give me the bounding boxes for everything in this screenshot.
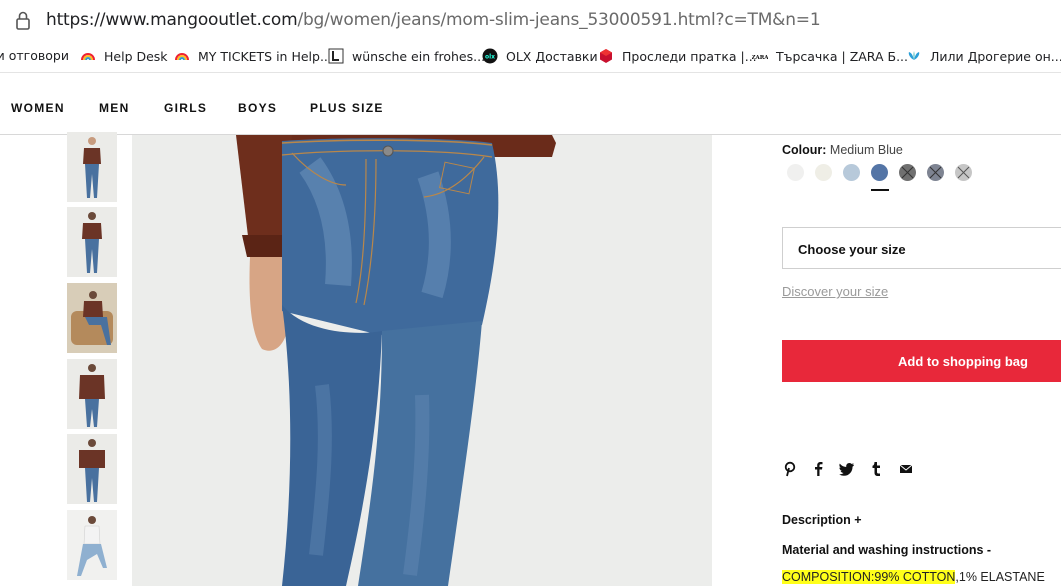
colour-swatch-unavailable[interactable] xyxy=(899,164,916,181)
bookmark-olx[interactable]: olx OLX Доставки xyxy=(482,48,598,64)
composition-highlight: COMPOSITION:99% COTTON xyxy=(782,570,956,584)
jeans-photo xyxy=(132,135,712,586)
size-select[interactable]: Choose your size xyxy=(782,227,1061,269)
composition-text: COMPOSITION:99% COTTON,1% ELASTANE xyxy=(782,570,1045,584)
thumbnail-image xyxy=(67,207,117,277)
composition-rest: ,1% ELASTANE xyxy=(955,570,1045,584)
nav-men[interactable]: MEN xyxy=(99,101,130,115)
colour-value: Medium Blue xyxy=(829,143,903,157)
bookmark-label: Търсачка | ZARA Б... xyxy=(776,48,909,64)
bookmark-label: Проследи пратка |... xyxy=(622,48,757,64)
thumbnail-image xyxy=(67,359,117,429)
bookmark-item[interactable]: зи отговори xyxy=(0,48,69,63)
zara-icon: ZARA xyxy=(752,55,768,61)
cross-icon xyxy=(901,166,914,179)
nav-boys[interactable]: BOYS xyxy=(238,101,277,115)
product-thumbnail[interactable] xyxy=(67,510,117,580)
nav-plus-size[interactable]: PLUS SIZE xyxy=(310,101,384,115)
colour-label-key: Colour: xyxy=(782,143,827,157)
nav-women[interactable]: WOMEN xyxy=(11,101,65,115)
url-path: /bg/women/jeans/mom-slim-jeans_53000591.… xyxy=(297,10,821,30)
thumbnail-image xyxy=(67,510,117,580)
url-text[interactable]: https://www.mangooutlet.com/bg/women/jea… xyxy=(46,10,821,30)
bookmark-label: MY TICKETS in Help... xyxy=(198,48,332,64)
bookmark-label: wünsche ein frohes... xyxy=(352,48,486,64)
add-to-bag-label: Add to shopping bag xyxy=(898,354,1028,369)
facebook-icon[interactable] xyxy=(810,461,826,477)
url-host: https://www.mangooutlet.com xyxy=(46,10,298,30)
twitter-icon[interactable] xyxy=(839,461,855,477)
dpd-cube-icon xyxy=(600,49,612,63)
svg-text:olx: olx xyxy=(485,54,495,61)
colour-swatch-unavailable[interactable] xyxy=(955,164,972,181)
bookmarks-bar: зи отговори Help Desk MY TICKETS in Help… xyxy=(0,40,1061,73)
bookmark-wunsche[interactable]: wünsche ein frohes... xyxy=(328,48,485,64)
svg-text:ZARA: ZARA xyxy=(752,55,768,61)
product-thumbnail[interactable] xyxy=(67,359,117,429)
tumblr-icon[interactable] xyxy=(868,461,884,477)
discover-size-link[interactable]: Discover your size xyxy=(782,284,888,299)
bookmark-label: Help Desk xyxy=(104,48,168,64)
bookmark-zara[interactable]: ZARA Търсачка | ZARA Б... xyxy=(752,48,908,64)
colour-swatch-selected[interactable] xyxy=(871,164,888,181)
thumbnail-image xyxy=(67,132,117,202)
colour-swatch[interactable] xyxy=(815,164,832,181)
thumbnail-image xyxy=(67,434,117,504)
colour-swatch[interactable] xyxy=(787,164,804,181)
main-nav: WOMEN MEN GIRLS BOYS PLUS SIZE xyxy=(0,74,1061,135)
colour-swatch-unavailable[interactable] xyxy=(927,164,944,181)
bookmark-label: зи отговори xyxy=(0,48,69,63)
letter-l-icon xyxy=(328,48,344,64)
add-to-bag-button[interactable]: Add to shopping bag xyxy=(782,340,1061,382)
cross-icon xyxy=(957,166,970,179)
product-thumbnail[interactable] xyxy=(67,207,117,277)
lily-icon xyxy=(908,51,920,60)
rainbow-icon xyxy=(81,53,95,61)
browser-address-bar[interactable]: https://www.mangooutlet.com/bg/women/jea… xyxy=(0,0,1061,40)
rainbow-icon xyxy=(175,53,189,61)
bookmark-lili[interactable]: Лили Дрогерие он... xyxy=(906,48,1061,64)
selected-swatch-indicator xyxy=(871,189,889,191)
lock-icon xyxy=(16,11,30,30)
colour-label: Colour: Medium Blue xyxy=(782,143,903,157)
product-main-image[interactable] xyxy=(132,135,712,586)
nav-girls[interactable]: GIRLS xyxy=(164,101,207,115)
bookmark-help-desk[interactable]: Help Desk xyxy=(80,48,168,64)
cross-icon xyxy=(929,166,942,179)
bookmark-label: Лили Дрогерие он... xyxy=(930,48,1061,64)
product-thumbnail[interactable] xyxy=(67,132,117,202)
material-toggle[interactable]: Material and washing instructions - xyxy=(782,543,991,557)
description-toggle[interactable]: Description + xyxy=(782,513,862,527)
bookmark-my-tickets[interactable]: MY TICKETS in Help... xyxy=(174,48,332,64)
email-icon[interactable] xyxy=(898,461,914,477)
size-select-placeholder: Choose your size xyxy=(798,242,906,257)
colour-swatch[interactable] xyxy=(843,164,860,181)
pinterest-icon[interactable] xyxy=(782,461,798,477)
bookmark-dpd[interactable]: Проследи пратка |... xyxy=(598,48,757,64)
olx-icon: olx xyxy=(482,48,498,64)
product-thumbnail[interactable] xyxy=(67,283,117,353)
bookmark-label: OLX Доставки xyxy=(506,48,598,64)
thumbnail-image xyxy=(67,283,117,353)
product-thumbnail[interactable] xyxy=(67,434,117,504)
